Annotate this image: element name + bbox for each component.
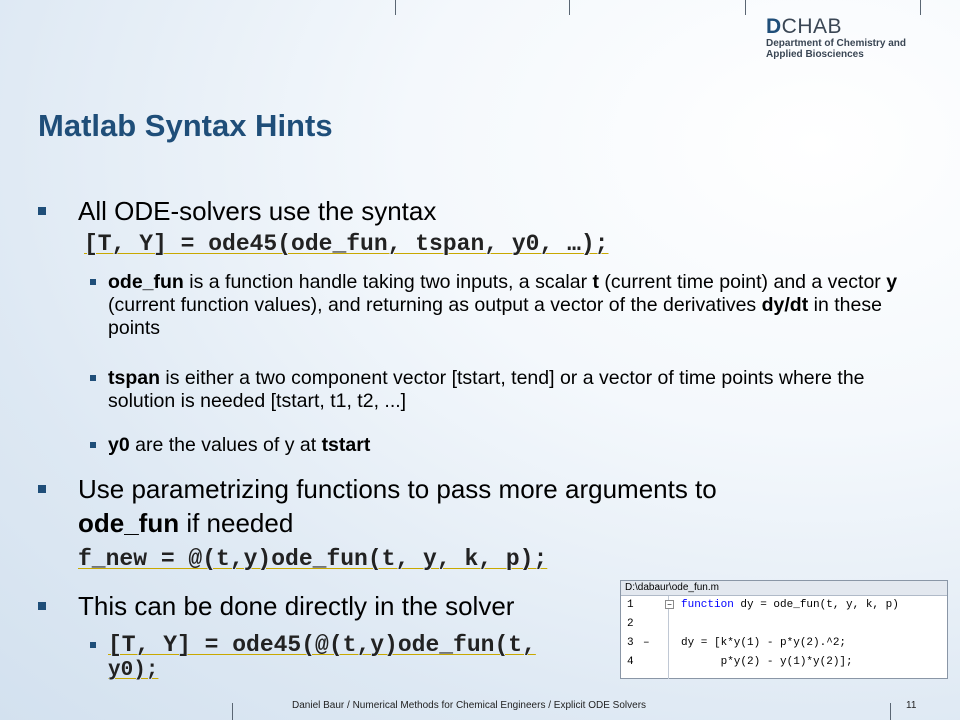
sub-bullet-marker — [90, 642, 96, 648]
sub3-text: are the values of y at — [129, 434, 322, 456]
editor-line: 3 – dy = [k*y(1) - p*y(2).^2; — [621, 634, 947, 653]
code-ode45-syntax: [T, Y] = ode45(ode_fun, tspan, y0, …); — [84, 231, 609, 257]
term-ode-fun: ode_fun — [108, 271, 184, 293]
line-number: 3 — [627, 637, 634, 649]
bottom-divider-2 — [890, 703, 891, 720]
editor-code: dy = ode_fun(t, y, k, p) — [733, 599, 899, 611]
sub-bullet-marker — [90, 279, 96, 285]
term-y: y — [886, 271, 898, 293]
logo-line1: Department of Chemistry and — [766, 38, 907, 49]
bullet-marker — [38, 485, 46, 493]
keyword-function: function — [681, 599, 734, 611]
fold-minus-icon: − — [665, 600, 674, 609]
page-number: 11 — [906, 700, 917, 711]
logo-chab: CHAB — [781, 15, 843, 38]
sub-bullet-marker — [90, 442, 96, 448]
editor-line: 2 — [621, 615, 947, 634]
dchab-logo: DCHAB Department of Chemistry and Applie… — [766, 15, 907, 61]
top-divider-1 — [395, 0, 396, 15]
bullet-parametrizing-rest: if needed — [179, 508, 294, 538]
slide-title: Matlab Syntax Hints — [38, 108, 333, 143]
line-number: 2 — [627, 618, 634, 630]
line-number: 1 — [627, 599, 634, 611]
bullet-marker — [38, 602, 46, 610]
code-inline-solver-1: [T, Y] = ode45(@(t,y)ode_fun(t, — [108, 632, 536, 658]
code-f-new: f_new = @(t,y)ode_fun(t, y, k, p); — [78, 546, 548, 572]
bullet-syntax-text: All ODE-solvers use the syntax — [78, 196, 437, 226]
code-inline-solver-2: y0); — [108, 659, 159, 682]
footer-text: Daniel Baur / Numerical Methods for Chem… — [292, 700, 647, 711]
term-y0: y0 — [108, 434, 130, 456]
sub1-text-c: (current function values), and returning… — [108, 294, 762, 316]
logo-line2: Applied Biosciences — [766, 49, 864, 60]
top-divider-4 — [920, 0, 921, 15]
sub1-text-b: (current time point) and a vector — [599, 271, 887, 293]
term-tstart: tstart — [321, 434, 371, 456]
term-tspan: tspan — [108, 367, 161, 389]
editor-line: 4 p*y(2) - y(1)*y(2)]; — [621, 653, 947, 672]
line-number: 4 — [627, 656, 634, 668]
bullet-parametrizing-line1: Use parametrizing functions to pass more… — [78, 474, 717, 504]
logo-d: D — [766, 15, 782, 38]
term-ode-fun-2: ode_fun — [78, 508, 180, 538]
sub1-text-a: is a function handle taking two inputs, … — [183, 271, 593, 293]
breakpoint-dash: – — [643, 637, 650, 649]
editor-file-path: D:\dabaur\ode_fun.m — [621, 581, 947, 596]
editor-code: p*y(2) - y(1)*y(2)]; — [681, 656, 853, 668]
editor-code: dy = [k*y(1) - p*y(2).^2; — [681, 637, 847, 649]
bottom-divider-1 — [232, 703, 233, 720]
sub-bullet-marker — [90, 375, 96, 381]
editor-line: 1 − function dy = ode_fun(t, y, k, p) — [621, 596, 947, 615]
top-divider-2 — [569, 0, 570, 15]
bullet-directly-text: This can be done directly in the solver — [78, 591, 515, 621]
top-divider-3 — [745, 0, 746, 15]
sub2-text: is either a two component vector [tstart… — [108, 367, 865, 412]
bullet-marker — [38, 207, 46, 215]
term-dydt: dy/dt — [761, 294, 809, 316]
matlab-editor-snippet: D:\dabaur\ode_fun.m 1 − function dy = od… — [620, 580, 948, 679]
